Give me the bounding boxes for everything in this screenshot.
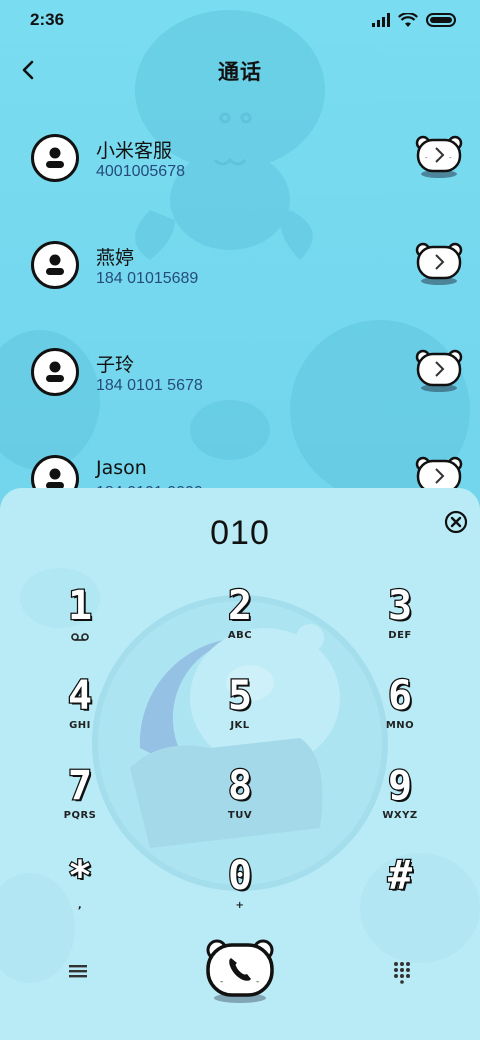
key-letters: MNO bbox=[385, 720, 415, 731]
contact-row[interactable]: 燕婷 184 01015689 bbox=[0, 209, 480, 316]
dial-panel: 010 1 2 ABC 3 DEF 4 GHI 5 JKL 6 MNO 7 PQ… bbox=[0, 488, 480, 1040]
back-button[interactable] bbox=[10, 52, 46, 88]
contact-name: 子玲 bbox=[96, 354, 135, 376]
key-digit: 5 bbox=[227, 673, 254, 720]
status-icons bbox=[372, 12, 458, 28]
key-letters: GHI bbox=[69, 720, 91, 731]
key-1[interactable]: 1 bbox=[10, 583, 150, 664]
contact-list: 小米客服 4001005678 - - 燕婷 184 01015689 子玲 1… bbox=[0, 102, 480, 502]
key-letters: , bbox=[77, 900, 83, 911]
key-5[interactable]: 5 JKL bbox=[170, 673, 310, 754]
clear-button[interactable] bbox=[444, 510, 468, 534]
contact-detail-button[interactable] bbox=[414, 239, 464, 287]
key-4[interactable]: 4 GHI bbox=[10, 673, 150, 754]
dialer-bottom-bar: - - bbox=[0, 918, 480, 1028]
key-digit: 3 bbox=[387, 583, 414, 630]
key-6[interactable]: 6 MNO bbox=[330, 673, 470, 754]
key-letters: + bbox=[235, 900, 245, 911]
key-digit: 0 bbox=[227, 853, 254, 900]
status-time: 2:36 bbox=[30, 10, 65, 29]
call-button[interactable]: - - bbox=[204, 936, 276, 1004]
contact-number: 184 01015689 bbox=[96, 270, 199, 287]
wifi-icon bbox=[398, 12, 418, 27]
key-9[interactable]: 9 WXYZ bbox=[330, 763, 470, 844]
contact-number: 184 0101 5678 bbox=[96, 377, 203, 394]
person-icon bbox=[46, 254, 64, 275]
key-letters: PQRS bbox=[63, 810, 97, 821]
key-digit: 8 bbox=[227, 763, 254, 810]
contact-detail-button[interactable] bbox=[414, 346, 464, 394]
person-icon bbox=[46, 361, 64, 382]
key-digit: * bbox=[67, 853, 94, 900]
key-3[interactable]: 3 DEF bbox=[330, 583, 470, 664]
svg-text:-: - bbox=[220, 977, 223, 987]
key-letters: JKL bbox=[230, 720, 250, 731]
key-digit: 6 bbox=[387, 673, 414, 720]
dialpad-icon bbox=[394, 962, 410, 984]
contact-name: 燕婷 bbox=[96, 247, 135, 269]
battery-icon bbox=[426, 13, 456, 27]
key-7[interactable]: 7 PQRS bbox=[10, 763, 150, 844]
key-letters: WXYZ bbox=[382, 810, 418, 821]
page-title: 通话 bbox=[218, 61, 262, 84]
key-letters: ABC bbox=[227, 630, 253, 641]
header: 通话 bbox=[0, 40, 480, 102]
person-icon bbox=[46, 147, 64, 168]
key-digit: 9 bbox=[387, 763, 414, 810]
back-arrow-icon bbox=[22, 60, 34, 80]
voicemail-icon bbox=[71, 633, 89, 641]
hamburger-icon bbox=[69, 965, 87, 978]
key-letters: DEF bbox=[388, 630, 412, 641]
key-digit: 2 bbox=[227, 583, 254, 630]
key-digit: # bbox=[387, 853, 414, 900]
contact-detail-button[interactable]: - - bbox=[414, 132, 464, 180]
avatar bbox=[31, 348, 79, 396]
contact-name: Jason bbox=[96, 457, 147, 479]
key-digit: 1 bbox=[67, 583, 94, 630]
contact-row[interactable]: 子玲 184 0101 5678 bbox=[0, 316, 480, 423]
contact-row[interactable]: 小米客服 4001005678 - - bbox=[0, 102, 480, 209]
avatar bbox=[31, 134, 79, 182]
key-digit: 4 bbox=[67, 673, 94, 720]
contact-number: 4001005678 bbox=[96, 163, 185, 180]
dialpad-toggle-button[interactable] bbox=[388, 958, 416, 984]
avatar bbox=[31, 241, 79, 289]
menu-button[interactable] bbox=[64, 958, 92, 984]
signal-icon bbox=[372, 13, 390, 27]
key-letters: TUV bbox=[227, 810, 253, 821]
svg-text:-: - bbox=[256, 977, 259, 987]
key-2[interactable]: 2 ABC bbox=[170, 583, 310, 664]
close-icon bbox=[450, 516, 462, 528]
status-bar: 2:36 bbox=[0, 0, 480, 40]
contact-name: 小米客服 bbox=[96, 140, 173, 162]
dialed-number: 010 bbox=[210, 513, 270, 552]
key-8[interactable]: 8 TUV bbox=[170, 763, 310, 844]
key-digit: 7 bbox=[67, 763, 94, 810]
